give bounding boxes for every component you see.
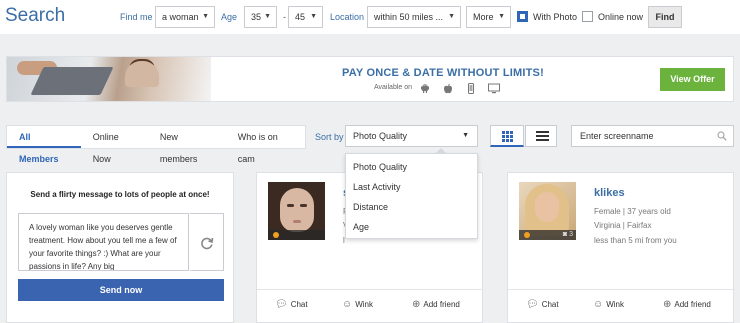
profile-actions: 💬︎ Chat ☺ Wink ⊕ Add friend bbox=[257, 289, 482, 323]
profile-actions: 💬︎ Chat ☺ Wink ⊕ Add friend bbox=[508, 289, 733, 323]
wink-label: Wink bbox=[355, 300, 373, 309]
profile-photo[interactable] bbox=[268, 182, 325, 240]
online-status-dot bbox=[524, 232, 530, 238]
chat-button[interactable]: 💬︎ Chat bbox=[275, 299, 308, 310]
wink-button[interactable]: ☺ Wink bbox=[593, 299, 624, 310]
tab-who-is-on-cam[interactable]: Who is on cam bbox=[226, 126, 305, 164]
list-icon bbox=[536, 131, 549, 142]
find-me-value: a woman bbox=[162, 12, 199, 22]
chat-label: Chat bbox=[290, 300, 308, 309]
add-friend-button[interactable]: ⊕ Add friend bbox=[412, 299, 460, 310]
message-textarea[interactable]: A lovely woman like you deserves gentle … bbox=[18, 213, 189, 271]
sort-option-photo-quality[interactable]: Photo Quality bbox=[346, 157, 477, 177]
message-card-title: Send a flirty message to lots of people … bbox=[30, 190, 210, 199]
photo-count: ◙ 3 bbox=[563, 230, 573, 240]
age-label: Age bbox=[221, 12, 238, 22]
online-now-checkbox[interactable] bbox=[582, 11, 593, 22]
wink-icon: ☺ bbox=[342, 299, 353, 310]
wink-label: Wink bbox=[606, 300, 624, 309]
online-now-label: Online now bbox=[598, 12, 644, 22]
add-friend-label: Add friend bbox=[423, 300, 460, 309]
screenname-placeholder: Enter screenname bbox=[580, 131, 654, 141]
chevron-down-icon: ▼ bbox=[448, 13, 455, 20]
profile-name[interactable]: klikes bbox=[594, 187, 625, 199]
send-now-button[interactable]: Send now bbox=[18, 279, 224, 301]
chat-icon: 💬︎ bbox=[275, 299, 288, 310]
sort-option-age[interactable]: Age bbox=[346, 217, 477, 237]
age-max-value: 45 bbox=[295, 12, 306, 22]
photo-count-value: 3 bbox=[569, 231, 573, 238]
list-view-button[interactable] bbox=[525, 125, 557, 147]
find-me-label: Find me bbox=[120, 12, 153, 22]
chat-button[interactable]: 💬︎ Chat bbox=[526, 299, 559, 310]
location-select[interactable]: within 50 miles ... ▼ bbox=[367, 6, 461, 28]
sort-select[interactable]: Photo Quality ▼ bbox=[345, 125, 478, 147]
chevron-down-icon: ▼ bbox=[462, 132, 469, 139]
profile-distance: less than 5 mi from you bbox=[594, 236, 677, 245]
desktop-icon[interactable] bbox=[488, 83, 500, 94]
age-min-value: 35 bbox=[251, 12, 262, 22]
chevron-down-icon: ▼ bbox=[498, 13, 505, 20]
wink-icon: ☺ bbox=[593, 299, 604, 310]
profile-gender-age: Female | 37 years old bbox=[594, 207, 671, 216]
available-on-label: Available on bbox=[374, 84, 413, 91]
tab-online-now[interactable]: Online Now bbox=[81, 126, 148, 164]
age-separator: - bbox=[283, 12, 286, 22]
age-min-select[interactable]: 35 ▼ bbox=[244, 6, 277, 28]
page-title: Search bbox=[5, 5, 66, 26]
sort-option-distance[interactable]: Distance bbox=[346, 197, 477, 217]
camera-icon: ◙ bbox=[562, 231, 568, 238]
find-button[interactable]: Find bbox=[648, 6, 682, 28]
add-friend-icon: ⊕ bbox=[663, 299, 672, 310]
chat-label: Chat bbox=[541, 300, 559, 309]
sort-option-last-activity[interactable]: Last Activity bbox=[346, 177, 477, 197]
banner-image bbox=[7, 57, 211, 101]
grid-view-button[interactable] bbox=[490, 125, 524, 147]
profile-photo[interactable]: ◙ 3 bbox=[519, 182, 576, 240]
add-friend-icon: ⊕ bbox=[412, 299, 421, 310]
wink-button[interactable]: ☺ Wink bbox=[342, 299, 373, 310]
screenname-search-input[interactable]: Enter screenname bbox=[571, 125, 734, 147]
view-offer-button[interactable]: View Offer bbox=[660, 68, 725, 91]
sort-dropdown-menu: Photo Quality Last Activity Distance Age bbox=[345, 148, 478, 239]
tab-all-members[interactable]: All Members bbox=[7, 126, 81, 164]
chevron-down-icon: ▼ bbox=[310, 13, 317, 20]
profile-location: Virginia | Fairfax bbox=[594, 221, 652, 230]
profile-card[interactable]: ◙ 3 klikes Female | 37 years old Virgini… bbox=[507, 172, 734, 323]
sort-by-label: Sort by bbox=[315, 132, 344, 142]
chevron-down-icon: ▼ bbox=[264, 13, 271, 20]
flirty-message-card: Send a flirty message to lots of people … bbox=[6, 172, 234, 323]
banner-title: PAY ONCE & DATE WITHOUT LIMITS! bbox=[342, 67, 544, 79]
more-value: More bbox=[473, 12, 494, 22]
apple-icon[interactable] bbox=[443, 83, 453, 94]
tab-new-members[interactable]: New members bbox=[148, 126, 226, 164]
with-photo-checkbox[interactable] bbox=[517, 11, 528, 22]
promo-banner: PAY ONCE & DATE WITHOUT LIMITS! Availabl… bbox=[6, 56, 734, 102]
search-icon[interactable] bbox=[717, 126, 727, 149]
chat-icon: 💬︎ bbox=[526, 299, 539, 310]
member-tabs: All Members Online Now New members Who i… bbox=[6, 125, 306, 164]
location-value: within 50 miles ... bbox=[374, 12, 444, 22]
mobile-icon[interactable] bbox=[466, 83, 476, 94]
search-bar: Search Find me a woman ▼ Age 35 ▼ - 45 ▼… bbox=[0, 0, 740, 34]
add-friend-button[interactable]: ⊕ Add friend bbox=[663, 299, 711, 310]
android-icon[interactable] bbox=[420, 83, 430, 94]
add-friend-label: Add friend bbox=[674, 300, 711, 309]
find-me-select[interactable]: a woman ▼ bbox=[155, 6, 215, 28]
age-max-select[interactable]: 45 ▼ bbox=[288, 6, 323, 28]
grid-icon bbox=[502, 131, 514, 142]
refresh-icon[interactable] bbox=[190, 213, 224, 271]
sort-selected-value: Photo Quality bbox=[353, 131, 408, 141]
online-status-dot bbox=[273, 232, 279, 238]
more-select[interactable]: More ▼ bbox=[466, 6, 511, 28]
with-photo-label: With Photo bbox=[533, 12, 578, 22]
location-label: Location bbox=[330, 12, 365, 22]
chevron-down-icon: ▼ bbox=[202, 13, 209, 20]
